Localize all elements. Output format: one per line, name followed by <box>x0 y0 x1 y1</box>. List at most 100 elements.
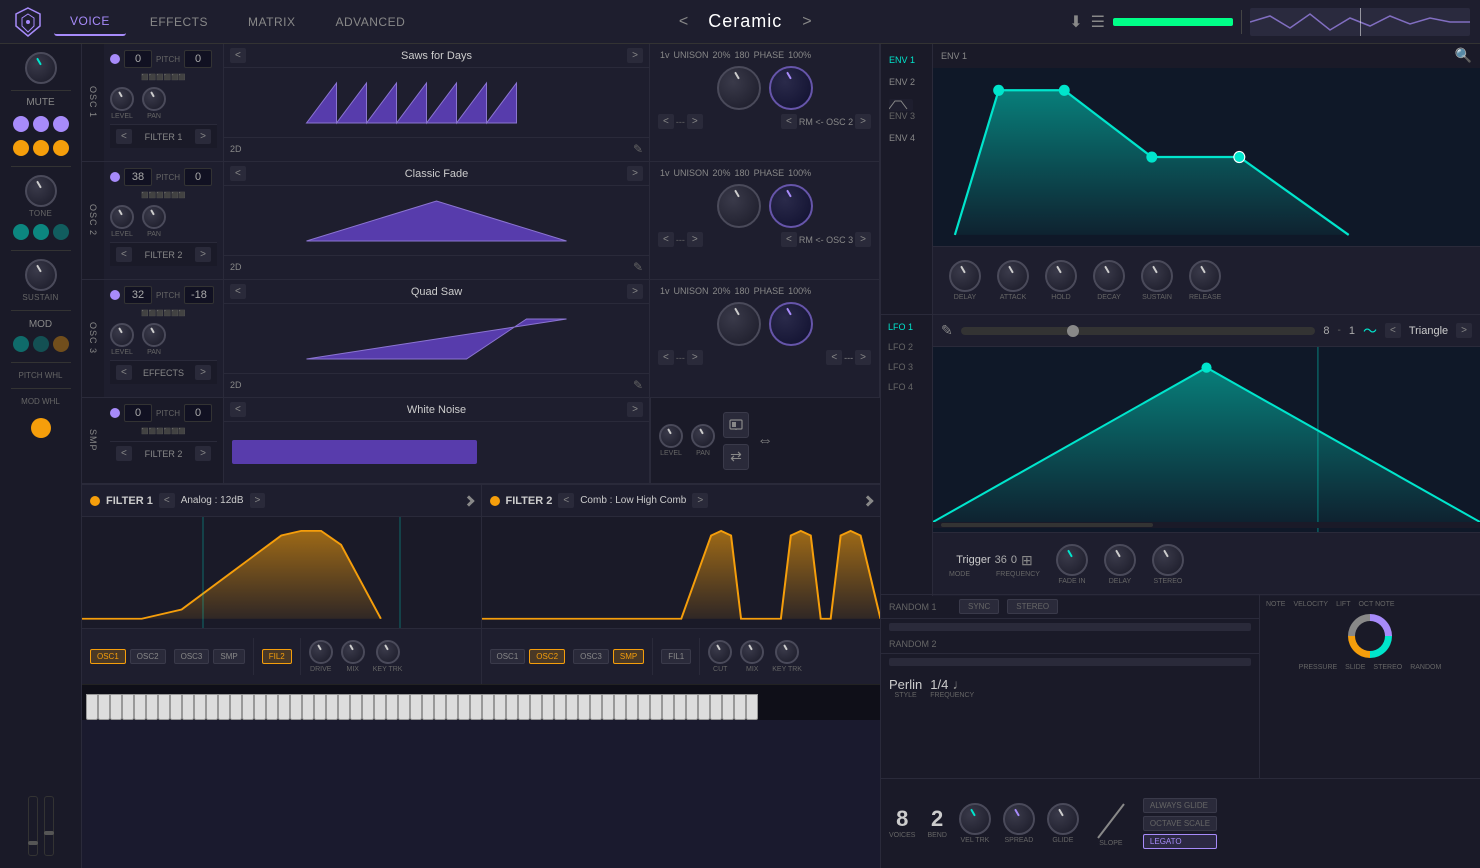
key-F0[interactable] <box>122 694 134 720</box>
key-F5[interactable] <box>542 694 554 720</box>
lfo-grid-icon[interactable]: ⊞ <box>1021 552 1033 569</box>
key-G4[interactable] <box>470 694 482 720</box>
osc1-2d-label[interactable]: 2D <box>230 144 242 154</box>
filter1-osc3-btn[interactable]: OSC3 <box>174 649 210 664</box>
osc3-pitch1[interactable]: 32 <box>124 286 152 304</box>
key-A3[interactable] <box>398 694 410 720</box>
osc2-rm-next[interactable]: > <box>855 232 871 247</box>
osc1-unison-knob[interactable] <box>717 66 761 110</box>
smp-pitch1[interactable]: 0 <box>124 404 152 422</box>
key-C3[interactable] <box>338 694 350 720</box>
env-hold-knob[interactable] <box>1045 260 1077 292</box>
key-D6[interactable] <box>602 694 614 720</box>
osc1-filter-next[interactable]: > <box>195 129 211 144</box>
filter2-collapse-icon[interactable] <box>862 495 873 506</box>
mod-icon1[interactable] <box>13 336 29 352</box>
tone-knob[interactable] <box>25 175 57 207</box>
osc2-active-dot[interactable] <box>110 172 120 182</box>
lfo-phase-slider[interactable] <box>961 327 1316 335</box>
filter1-type-next[interactable]: > <box>250 493 266 508</box>
mod-icon3[interactable] <box>53 336 69 352</box>
osc2-mod-prev[interactable]: < <box>658 232 674 247</box>
lfo2-tab[interactable]: LFO 2 <box>885 339 928 355</box>
smp-pan-knob[interactable] <box>691 424 715 448</box>
lfo1-tab[interactable]: LFO 1 <box>885 319 928 335</box>
osc2-mod-next[interactable]: > <box>687 232 703 247</box>
osc3-mod-next[interactable]: > <box>687 350 703 365</box>
main-output-knob[interactable] <box>25 52 57 84</box>
key-B0[interactable] <box>158 694 170 720</box>
osc3-mod-prev[interactable]: < <box>658 350 674 365</box>
filter1-thumb-left[interactable] <box>202 517 204 628</box>
key-G0[interactable] <box>134 694 146 720</box>
osc2-level-knob[interactable] <box>110 205 134 229</box>
env-search-icon[interactable]: 🔍 <box>1455 47 1472 64</box>
env-release-knob[interactable] <box>1189 260 1221 292</box>
osc2-edit-icon[interactable]: ✎ <box>633 260 643 274</box>
key-E2[interactable] <box>278 694 290 720</box>
osc1-pan-knob[interactable] <box>142 87 166 111</box>
smp-active-dot[interactable] <box>110 408 120 418</box>
key-A0[interactable] <box>146 694 158 720</box>
filter1-keytrk-knob[interactable] <box>376 640 400 664</box>
smp-level-knob[interactable] <box>659 424 683 448</box>
lfo-shape-next[interactable]: > <box>1456 323 1472 338</box>
lfo-delay-knob[interactable] <box>1104 544 1136 576</box>
smp-loop-icon[interactable]: ⇔ <box>757 432 773 450</box>
key-C4[interactable] <box>422 694 434 720</box>
always-glide-btn[interactable]: ALWAYS GLIDE <box>1143 798 1217 813</box>
key-F4[interactable] <box>458 694 470 720</box>
random1-stereo-btn[interactable]: STEREO <box>1007 599 1058 614</box>
nav-tab-effects[interactable]: EFFECTS <box>134 9 224 35</box>
filter2-keytrk-knob[interactable] <box>775 640 799 664</box>
key-A6[interactable] <box>650 694 662 720</box>
strip2[interactable] <box>44 796 54 856</box>
smp-pitch2[interactable]: 0 <box>184 404 212 422</box>
key-C2[interactable] <box>254 694 266 720</box>
key-E0[interactable] <box>110 694 122 720</box>
nav-tab-advanced[interactable]: ADVANCED <box>319 9 421 35</box>
osc1-pitch2[interactable]: 0 <box>184 50 212 68</box>
mute-extra2-dot[interactable] <box>33 140 49 156</box>
osc1-active-dot[interactable] <box>110 54 120 64</box>
lfo3-tab[interactable]: LFO 3 <box>885 359 928 375</box>
osc3-unison-knob[interactable] <box>717 302 761 346</box>
osc1-mod-next[interactable]: > <box>687 114 703 129</box>
key-A1[interactable] <box>230 694 242 720</box>
random2-style-value[interactable]: Perlin <box>889 677 922 692</box>
osc1-rm-prev[interactable]: < <box>781 114 797 129</box>
filter1-drive-knob[interactable] <box>309 640 333 664</box>
key-D4[interactable] <box>434 694 446 720</box>
filter2-smp-btn[interactable]: SMP <box>613 649 644 664</box>
key-D5[interactable] <box>518 694 530 720</box>
prev-patch-button[interactable]: < <box>671 9 696 35</box>
key-C5[interactable] <box>506 694 518 720</box>
osc3-wave-prev[interactable]: < <box>230 284 246 299</box>
key-E4[interactable] <box>446 694 458 720</box>
key-D2[interactable] <box>266 694 278 720</box>
key-A5[interactable] <box>566 694 578 720</box>
filter1-type-prev[interactable]: < <box>159 493 175 508</box>
key-B6[interactable] <box>662 694 674 720</box>
env-delay-knob[interactable] <box>949 260 981 292</box>
lfo-stereo-knob[interactable] <box>1152 544 1184 576</box>
key-E6[interactable] <box>614 694 626 720</box>
glide-knob[interactable] <box>1047 803 1079 835</box>
env2-tab[interactable]: ENV 2 <box>885 74 928 90</box>
filter2-cut-knob[interactable] <box>708 640 732 664</box>
filter1-thumb-right[interactable] <box>399 517 401 628</box>
key-B7[interactable] <box>746 694 758 720</box>
veltrk-knob[interactable] <box>959 803 991 835</box>
key-E7[interactable] <box>698 694 710 720</box>
osc3-pan-knob[interactable] <box>142 323 166 347</box>
key-B1[interactable] <box>242 694 254 720</box>
osc3-edit-icon[interactable]: ✎ <box>633 378 643 392</box>
key-A7[interactable] <box>734 694 746 720</box>
env4-tab[interactable]: ENV 4 <box>885 130 928 146</box>
key-D0[interactable] <box>98 694 110 720</box>
key-F2[interactable] <box>290 694 302 720</box>
filter2-osc1-btn[interactable]: OSC1 <box>490 649 526 664</box>
key-D7[interactable] <box>686 694 698 720</box>
env-sustain-knob[interactable] <box>1141 260 1173 292</box>
random2-freq-value[interactable]: 1/4 <box>930 677 948 692</box>
